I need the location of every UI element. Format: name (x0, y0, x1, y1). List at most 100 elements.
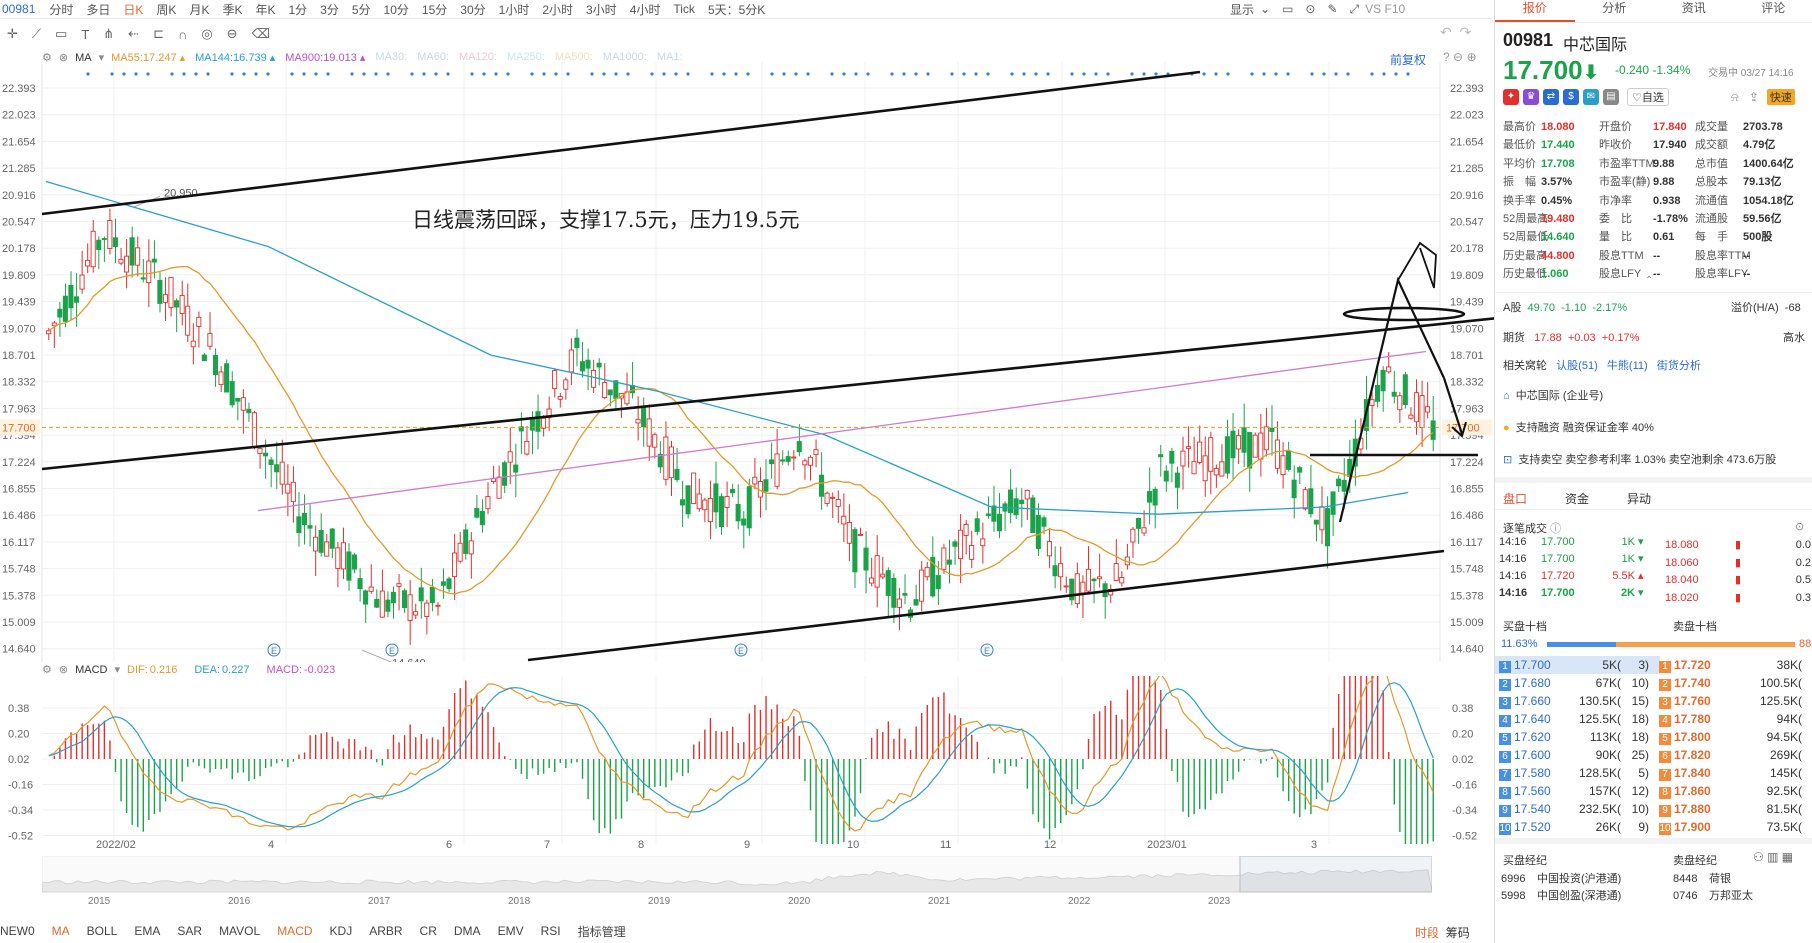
add-watchlist-button[interactable]: ♡自选 (1627, 88, 1669, 106)
quote-tab[interactable]: 评论 (1734, 0, 1812, 22)
ask-row[interactable]: 1 17.720 38K( (1657, 656, 1812, 674)
session-tab[interactable]: 时段 (1415, 926, 1439, 940)
magnet-icon[interactable]: ∩ (178, 27, 187, 42)
depth-tab[interactable]: 盘口 (1503, 490, 1527, 507)
period-tab[interactable]: 2小时 (542, 1, 573, 18)
bid-row[interactable]: 8 17.560 157K(12) (1495, 782, 1660, 800)
doc-icon[interactable]: ▤ (1603, 89, 1619, 105)
period-tab[interactable]: 1小时 (499, 1, 530, 18)
ask-row[interactable]: 4 17.780 94K( (1657, 710, 1812, 728)
period-tab[interactable]: Tick (673, 2, 695, 16)
indicator-tab[interactable]: MACD (277, 924, 312, 938)
camera-icon[interactable]: ⊙ (1305, 2, 1315, 16)
crosshair-icon[interactable]: ✛ (7, 26, 18, 42)
display-menu[interactable]: 显示 (1230, 1, 1254, 18)
quote-tab[interactable]: 资讯 (1654, 0, 1734, 22)
period-tab[interactable]: 5分 (352, 1, 371, 18)
period-tab[interactable]: 5天：5分K (708, 1, 765, 18)
ask-row[interactable]: 10 17.900 73.5K( (1657, 818, 1812, 836)
warrant-bull-link[interactable]: 牛熊(11) (1607, 360, 1648, 372)
quick-trade-button[interactable]: 快速 (1766, 89, 1795, 105)
close-icon[interactable]: ⊗ (59, 663, 68, 676)
ask-row[interactable]: 2 17.740 100.5K( (1657, 674, 1812, 692)
chips-tab[interactable]: 筹码 (1446, 926, 1470, 940)
fullscreen-icon[interactable]: ⤢ (1350, 2, 1360, 17)
vs-f10-button[interactable]: VS F10 (1365, 2, 1405, 16)
arrow-tool-icon[interactable]: ⇠ (128, 26, 139, 42)
warrant-call-link[interactable]: 认股(51) (1556, 360, 1598, 372)
period-tab[interactable]: 月K (189, 1, 209, 18)
indicator-tab[interactable]: SAR (177, 924, 202, 938)
user-icon[interactable]: ⚇ (1753, 850, 1764, 864)
indicator-tab[interactable]: MAVOL (219, 924, 260, 938)
grid-icon[interactable]: ▦ (1782, 850, 1793, 864)
price-chart[interactable]: 22.393 22.393 22.023 22.023 21.654 21.654 21.2… (0, 62, 1494, 662)
lock-icon[interactable]: ⊖ (227, 26, 238, 42)
swap-icon[interactable]: ⇄ (1543, 89, 1559, 105)
layout-icon[interactable]: ▭ (1282, 2, 1293, 16)
period-tab[interactable]: 4小时 (630, 1, 661, 18)
ask-row[interactable]: 8 17.860 92.5K( (1657, 782, 1812, 800)
company-account-row[interactable]: ⌂ 中芯国际 (企业号) (1503, 387, 1603, 403)
dollar-icon[interactable]: $ (1563, 89, 1579, 105)
bid-row[interactable]: 4 17.640 125.5K(18) (1495, 710, 1660, 728)
bid-row[interactable]: 6 17.600 90K(25) (1495, 746, 1660, 764)
period-tab[interactable]: 日K (123, 1, 143, 18)
quote-tab[interactable]: 分析 (1575, 0, 1655, 22)
macd-chart[interactable]: 0.38 0.38 0.20 0.20 0.02 0.02 -0.16 -0.16 -0.34 -… (0, 676, 1494, 844)
period-tab[interactable]: 10分 (384, 1, 409, 18)
period-tab[interactable]: 1分 (288, 1, 307, 18)
chat-icon[interactable]: ✉ (1583, 89, 1599, 105)
period-tab[interactable]: 年K (255, 1, 275, 18)
indicator-tab[interactable]: 指标管理 (578, 923, 626, 940)
period-tab[interactable]: 周K (156, 1, 176, 18)
overview-navigator[interactable]: 2015 2016 2017 2018 2019 2020 2021 2022 2023 (42, 856, 1432, 906)
period-tab[interactable]: 分时 (49, 1, 73, 18)
ask-row[interactable]: 9 17.880 81.5K( (1657, 800, 1812, 818)
period-tab[interactable]: 季K (222, 1, 242, 18)
hk-connect-icon[interactable]: ✦ (1503, 89, 1519, 105)
bar-icon[interactable]: ▥ (1767, 850, 1778, 864)
indicator-tab[interactable]: BOLL (87, 924, 118, 938)
indicator-tab[interactable]: CR (420, 924, 437, 938)
share-icon[interactable]: ⇪ (1749, 90, 1759, 104)
margin-row[interactable]: ● 支持融资 融资保证金率 40% (1503, 419, 1654, 435)
text-tool-icon[interactable]: T (81, 27, 89, 42)
collapse-icon[interactable]: ⌃ (1645, 275, 1653, 286)
margin-icon[interactable]: ♛ (1523, 89, 1539, 105)
quote-tab[interactable]: 报价 (1495, 0, 1575, 22)
bid-row[interactable]: 7 17.580 128.5K(5) (1495, 764, 1660, 782)
redo-icon[interactable]: ↷ (1460, 24, 1472, 40)
rect-tool-icon[interactable]: ▭ (55, 26, 67, 42)
bid-row[interactable]: 2 17.680 67K(10) (1495, 674, 1660, 692)
eye-icon[interactable]: ◎ (201, 26, 212, 42)
bid-row[interactable]: 10 17.520 26K(9) (1495, 818, 1660, 836)
period-tab[interactable]: 15分 (422, 1, 447, 18)
pen-icon[interactable]: ✎ (1327, 2, 1337, 16)
period-tab[interactable]: 3分 (320, 1, 339, 18)
warrant-street-link[interactable]: 街货分析 (1657, 360, 1701, 372)
fork-tool-icon[interactable]: ⋔ (103, 26, 114, 42)
bid-row[interactable]: 1 17.700 5K(3) (1495, 656, 1660, 674)
indicator-tab[interactable]: RSI (541, 924, 561, 938)
short-row[interactable]: ⊡ 支持卖空 卖空参考利率 1.03% 卖空池剩余 473.6万股 (1503, 451, 1776, 467)
ask-row[interactable]: 3 17.760 125.5K( (1657, 692, 1812, 710)
depth-tab[interactable]: 资金 (1565, 490, 1589, 507)
ask-row[interactable]: 7 17.840 145K( (1657, 764, 1812, 782)
bid-row[interactable]: 3 17.660 130.5K(15) (1495, 692, 1660, 710)
indicator-tab[interactable]: EMA (134, 924, 160, 938)
ruler-icon[interactable]: ⊏ (153, 26, 164, 42)
indicator-tab[interactable]: MA (52, 924, 70, 938)
chevron-down-icon[interactable]: ▾ (114, 663, 120, 676)
ask-row[interactable]: 5 17.800 94.5K( (1657, 728, 1812, 746)
trash-icon[interactable]: ⌫ (252, 26, 270, 42)
bid-row[interactable]: 5 17.620 113K(18) (1495, 728, 1660, 746)
expand-icon[interactable]: ⊙ (1795, 520, 1804, 533)
indicator-tab[interactable]: KDJ (330, 924, 353, 938)
bid-row[interactable]: 9 17.540 232.5K(10) (1495, 800, 1660, 818)
indicator-tab[interactable]: DMA (454, 924, 481, 938)
stock-code-tab[interactable]: 00981 (0, 2, 35, 16)
period-tab[interactable]: 多日 (86, 1, 110, 18)
period-tab[interactable]: 30分 (460, 1, 485, 18)
settings-icon[interactable]: ⚙ (42, 663, 52, 676)
